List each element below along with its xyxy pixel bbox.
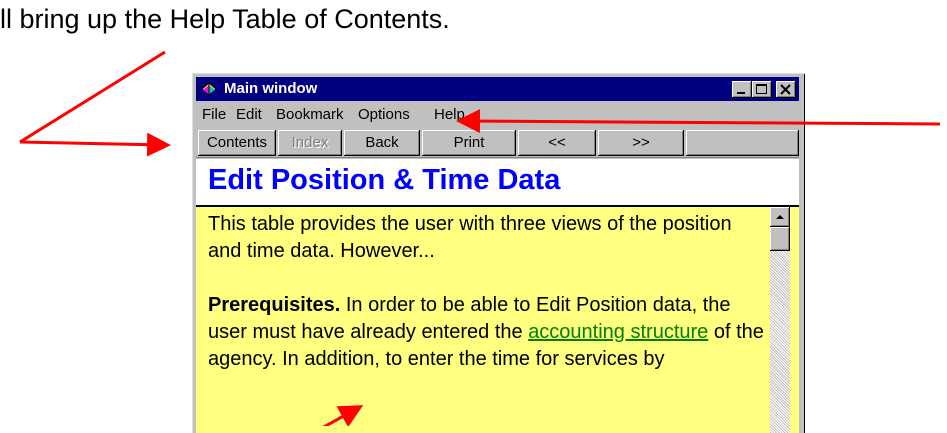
menu-bookmark[interactable]: Bookmark <box>276 106 344 123</box>
browse-back-button[interactable]: << <box>518 130 596 156</box>
scroll-thumb[interactable] <box>770 227 790 251</box>
scroll-up-arrow-icon <box>776 215 784 219</box>
maximize-button[interactable] <box>752 81 772 98</box>
arrow-to-contents-b <box>19 132 171 157</box>
help-book-icon <box>200 80 218 98</box>
minimize-button[interactable] <box>732 81 752 98</box>
close-button[interactable] <box>776 81 796 98</box>
prerequisites-paragraph: Prerequisites. In order to be able to Ed… <box>208 292 768 373</box>
topic-header: Edit Position & Time Data <box>196 159 799 207</box>
topic-content: This table provides the user with three … <box>196 207 799 433</box>
menu-edit[interactable]: Edit <box>236 106 262 123</box>
contents-button[interactable]: Contents <box>198 130 276 156</box>
topic-body: This table provides the user with three … <box>208 211 768 373</box>
menu-file[interactable]: File <box>202 106 226 123</box>
window-title: Main window <box>224 80 318 97</box>
back-button[interactable]: Back <box>344 130 420 156</box>
accounting-structure-link[interactable]: accounting structure <box>528 321 708 343</box>
scroll-up-button[interactable] <box>770 207 790 227</box>
menu-options[interactable]: Options <box>358 106 410 123</box>
menu-help[interactable]: Help <box>434 106 465 123</box>
index-button[interactable]: Index <box>278 130 342 156</box>
close-icon <box>780 84 791 95</box>
prerequisites-label: Prerequisites. <box>208 294 341 316</box>
vertical-scrollbar[interactable] <box>770 207 790 433</box>
arrow-to-contents-a <box>19 50 166 144</box>
maximize-icon <box>756 84 767 94</box>
topic-title: Edit Position & Time Data <box>208 164 561 196</box>
caption-text: ill bring up the Help Table of Contents. <box>0 4 450 34</box>
menu-bar: File Edit Bookmark Options Help <box>196 103 799 125</box>
instruction-caption: ill bring up the Help Table of Contents. <box>0 4 450 35</box>
intro-paragraph: This table provides the user with three … <box>208 213 732 262</box>
print-button[interactable]: Print <box>422 130 516 156</box>
help-toolbar: Contents Index Back Print << >> <box>196 128 799 158</box>
browse-forward-button[interactable]: >> <box>598 130 684 156</box>
title-bar[interactable]: Main window <box>196 77 799 101</box>
minimize-icon <box>737 92 745 94</box>
help-window: Main window File Edit Bookmark Options H… <box>192 73 805 433</box>
empty-toolbar-slot <box>686 130 799 156</box>
